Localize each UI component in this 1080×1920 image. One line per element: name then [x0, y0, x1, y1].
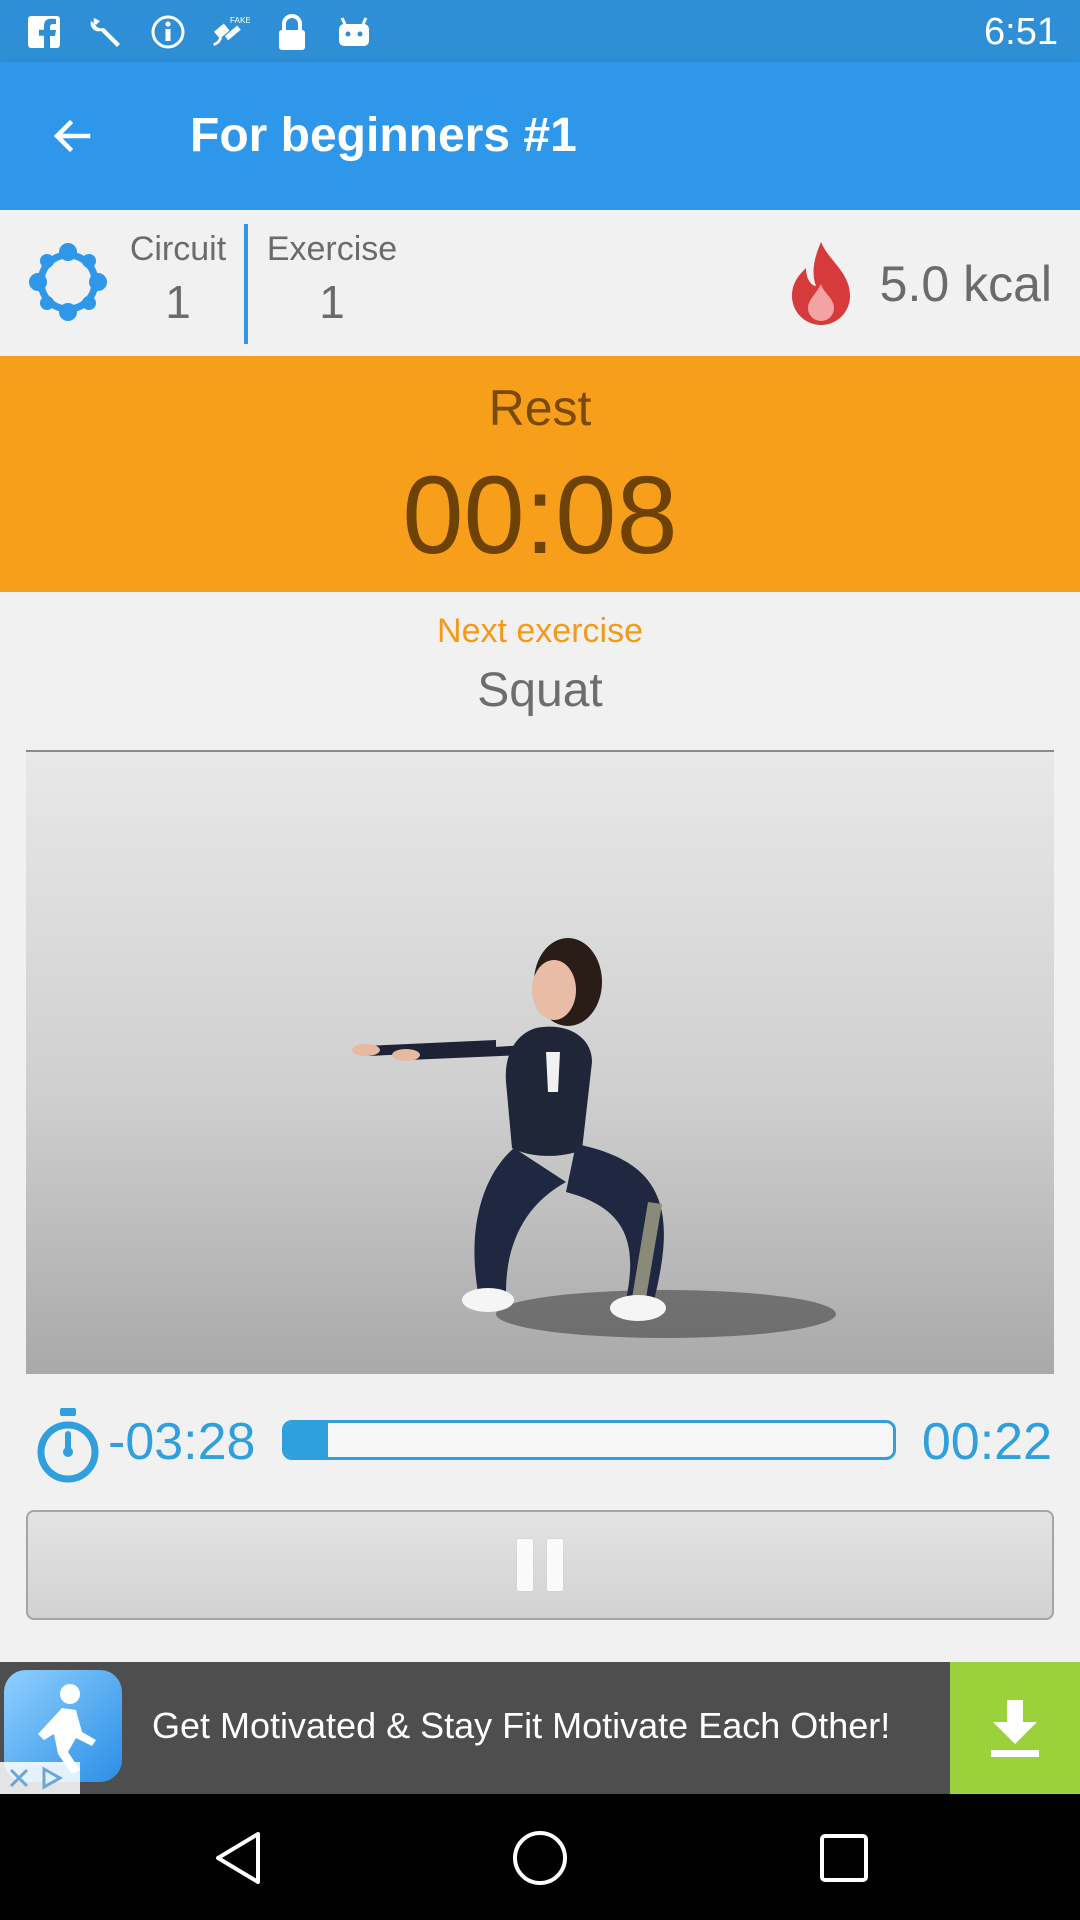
triangle-back-icon [216, 1832, 260, 1884]
adchoices-icon [42, 1766, 64, 1790]
nav-recents-button[interactable] [814, 1828, 874, 1888]
fake-gps-icon: FAKE [210, 12, 250, 52]
circuit-counter: Circuit 1 [120, 228, 236, 334]
pause-icon [517, 1539, 563, 1591]
app-bar: For beginners #1 [0, 62, 1080, 210]
pause-button[interactable] [26, 1510, 1054, 1620]
status-time: 6:51 [984, 11, 1058, 53]
nav-back-button[interactable] [208, 1828, 268, 1888]
info-icon [148, 12, 188, 52]
exercise-label: Exercise [266, 230, 398, 268]
status-icons: FAKE [24, 10, 374, 54]
ad-text[interactable]: Get Motivated & Stay Fit Motivate Each O… [152, 1702, 890, 1750]
circuit-label: Circuit [129, 230, 227, 268]
ad-banner[interactable]: Get Motivated & Stay Fit Motivate Each O… [0, 1662, 1080, 1794]
next-exercise-name: Squat [477, 664, 603, 717]
exercise-illustration [26, 750, 1054, 1374]
workout-progress: -03:28 00:22 [0, 1398, 1080, 1486]
calories-value: 5.0 kcal [879, 256, 1052, 312]
circuit-icon [29, 243, 107, 321]
status-bar: FAKE 6:51 [0, 0, 1080, 62]
download-icon [991, 1700, 1039, 1757]
remaining-time: 00:22 [921, 1413, 1052, 1471]
system-nav-bar [0, 1794, 1080, 1920]
next-exercise-label: Next exercise [437, 612, 643, 650]
stopwatch-icon [37, 1408, 99, 1483]
circuit-value: 1 [165, 276, 191, 328]
rest-panel: Rest 00:08 [0, 356, 1080, 592]
progress-bar [282, 1420, 896, 1460]
rest-timer: 00:08 [402, 454, 678, 577]
exercise-value: 1 [319, 276, 345, 328]
exercise-counter: Exercise 1 [262, 228, 402, 334]
workout-info: Circuit 1 Exercise 1 5.0 kcal [0, 210, 1080, 356]
square-recents-icon [820, 1834, 868, 1882]
back-button[interactable] [40, 104, 104, 168]
ad-close-button[interactable] [0, 1762, 80, 1794]
lock-icon [272, 12, 312, 52]
progress-fill [285, 1423, 328, 1457]
rest-label: Rest [488, 380, 592, 436]
nav-home-button[interactable] [510, 1828, 570, 1888]
close-icon [9, 1768, 29, 1788]
wrench-icon [86, 12, 126, 52]
squat-figure [352, 938, 836, 1338]
elapsed-time: -03:28 [108, 1413, 256, 1471]
android-icon [334, 12, 374, 52]
svg-text:FAKE: FAKE [230, 16, 250, 25]
flame-icon [792, 242, 850, 325]
page-title: For beginners #1 [190, 109, 577, 162]
ad-download-button[interactable] [950, 1662, 1080, 1794]
circle-home-icon [513, 1831, 567, 1885]
divider [244, 224, 248, 344]
arrow-left-icon [53, 119, 91, 153]
facebook-icon [24, 12, 64, 52]
